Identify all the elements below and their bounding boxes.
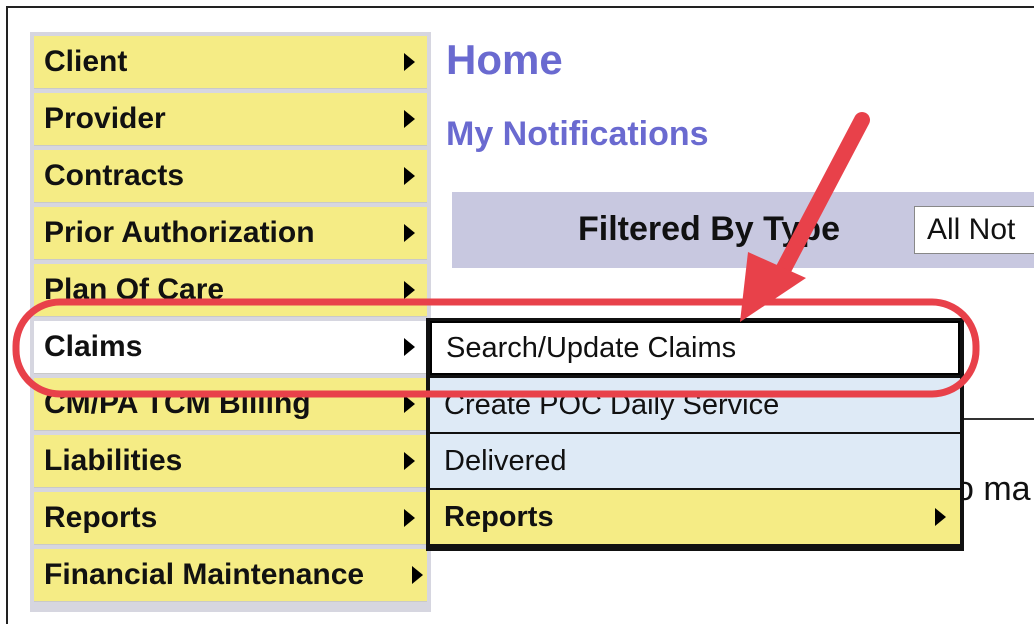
chevron-right-icon xyxy=(404,167,415,185)
submenu-item-create-poc-daily-service[interactable]: Create POC Daily Service xyxy=(430,378,960,432)
submenu-item-label: Reports xyxy=(444,500,554,533)
submenu-item-search-update-claims[interactable]: Search/Update Claims xyxy=(430,321,960,375)
claims-submenu: Search/Update Claims Create POC Daily Se… xyxy=(426,318,964,551)
filter-type-select[interactable]: All Not xyxy=(914,206,1034,254)
menu-item-label: CM/PA TCM Billing xyxy=(44,387,311,420)
page-title: Home xyxy=(446,36,563,83)
menu-item-client[interactable]: Client xyxy=(34,36,427,89)
menu-item-label: Contracts xyxy=(44,159,185,192)
chevron-right-icon xyxy=(404,224,415,242)
submenu-item-reports[interactable]: Reports xyxy=(430,490,960,544)
divider xyxy=(964,418,1034,420)
chevron-right-icon xyxy=(404,110,415,128)
menu-item-claims[interactable]: Claims xyxy=(34,321,427,374)
menu-item-provider[interactable]: Provider xyxy=(34,93,427,146)
menu-item-contracts[interactable]: Contracts xyxy=(34,150,427,203)
menu-item-label: Prior Authorization xyxy=(44,216,315,249)
submenu-item-label: Search/Update Claims xyxy=(446,331,737,364)
submenu-item-label: Delivered xyxy=(444,444,567,477)
submenu-item-delivered[interactable]: Delivered xyxy=(430,434,960,488)
menu-item-label: Financial Maintenance xyxy=(44,558,365,591)
menu-item-label: Claims xyxy=(44,330,143,363)
menu-item-label: Client xyxy=(44,45,128,78)
chevron-right-icon xyxy=(404,452,415,470)
chevron-right-icon xyxy=(404,395,415,413)
menu-item-label: Reports xyxy=(44,501,158,534)
submenu-item-label: Create POC Daily Service xyxy=(444,388,780,421)
partial-text: o ma xyxy=(955,470,1031,508)
notifications-heading: My Notifications xyxy=(446,115,709,153)
filter-label: Filtered By Type xyxy=(578,210,840,248)
chevron-right-icon xyxy=(412,566,423,584)
menu-item-liabilities[interactable]: Liabilities xyxy=(34,435,427,488)
chevron-right-icon xyxy=(404,281,415,299)
chevron-right-icon xyxy=(404,338,415,356)
menu-item-label: Liabilities xyxy=(44,444,183,477)
menu-item-plan-of-care[interactable]: Plan Of Care xyxy=(34,264,427,317)
menu-item-cm-pa-tcm-billing[interactable]: CM/PA TCM Billing xyxy=(34,378,427,431)
menu-item-label: Provider xyxy=(44,102,166,135)
chevron-right-icon xyxy=(404,53,415,71)
menu-item-financial-maintenance[interactable]: Financial Maintenance xyxy=(34,549,427,602)
menu-item-reports[interactable]: Reports xyxy=(34,492,427,545)
main-menu: Client Provider Contracts Prior Authoriz… xyxy=(30,32,431,612)
chevron-right-icon xyxy=(404,509,415,527)
chevron-right-icon xyxy=(935,508,946,526)
menu-item-label: Plan Of Care xyxy=(44,273,225,306)
menu-item-prior-authorization[interactable]: Prior Authorization xyxy=(34,207,427,260)
